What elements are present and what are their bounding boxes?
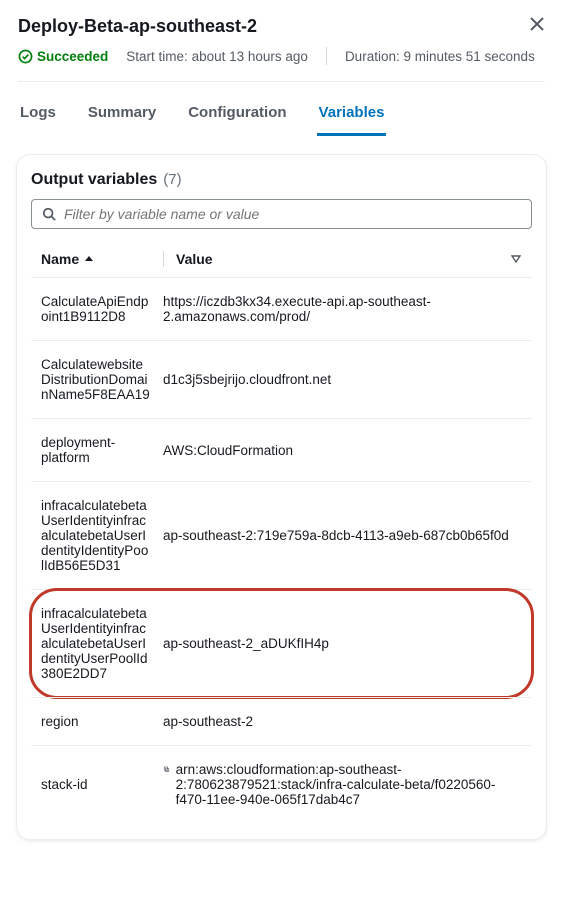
variable-value: ap-southeast-2 xyxy=(163,714,522,729)
table-row: CalculatewebsiteDistributionDomainName5F… xyxy=(31,340,532,418)
output-variables-card: Output variables (7) Name Value Calculat… xyxy=(16,154,547,840)
variable-value: AWS:CloudFormation xyxy=(163,443,522,458)
table-row: regionap-southeast-2 xyxy=(31,697,532,745)
variable-value-text: arn:aws:cloudformation:ap-southeast-2:78… xyxy=(176,762,522,807)
column-value-label: Value xyxy=(176,251,213,267)
table-body: CalculateApiEndpoint1B9112D8https://iczd… xyxy=(31,277,532,823)
table-row: deployment-platformAWS:CloudFormation xyxy=(31,418,532,481)
variable-name: CalculateApiEndpoint1B9112D8 xyxy=(41,294,163,324)
close-icon[interactable] xyxy=(529,16,545,32)
variable-value: https://iczdb3kx34.execute-api.ap-southe… xyxy=(163,294,522,324)
status-badge: Succeeded xyxy=(18,49,108,64)
variable-name: region xyxy=(41,714,163,729)
tab-logs[interactable]: Logs xyxy=(18,96,58,136)
variable-name: deployment-platform xyxy=(41,435,163,465)
tabs: Logs Summary Configuration Variables xyxy=(0,96,563,136)
duration-value: 9 minutes 51 seconds xyxy=(403,49,534,64)
status-label: Succeeded xyxy=(37,49,108,64)
start-time: Start time: about 13 hours ago xyxy=(126,49,308,64)
success-icon xyxy=(18,49,33,64)
divider xyxy=(326,47,327,65)
table-row: infracalculatebetaUserIdentityinfracalcu… xyxy=(31,589,532,697)
column-name-label: Name xyxy=(41,251,79,267)
tab-variables[interactable]: Variables xyxy=(317,96,387,136)
duration-label: Duration: xyxy=(345,49,400,64)
table-row: stack-id arn:aws:cloudformation:ap-southe… xyxy=(31,745,532,823)
copy-icon[interactable] xyxy=(163,762,170,776)
tab-configuration[interactable]: Configuration xyxy=(186,96,288,136)
column-header-value[interactable]: Value xyxy=(176,251,522,267)
filter-input[interactable] xyxy=(64,206,521,222)
filter-icon xyxy=(510,253,522,265)
table-row: CalculateApiEndpoint1B9112D8https://iczd… xyxy=(31,277,532,340)
variable-value: ap-southeast-2_aDUKfIH4p xyxy=(163,636,522,651)
column-header-name[interactable]: Name xyxy=(41,251,163,267)
page-title: Deploy-Beta-ap-southeast-2 xyxy=(18,16,257,37)
variable-name: infracalculatebetaUserIdentityinfracalcu… xyxy=(41,606,163,681)
card-title: Output variables xyxy=(31,171,157,189)
variable-name: infracalculatebetaUserIdentityinfracalcu… xyxy=(41,498,163,573)
table-row: infracalculatebetaUserIdentityinfracalcu… xyxy=(31,481,532,589)
sort-asc-icon xyxy=(83,253,95,265)
divider xyxy=(163,251,164,267)
table-header: Name Value xyxy=(31,237,532,277)
start-time-label: Start time: xyxy=(126,49,188,64)
duration: Duration: 9 minutes 51 seconds xyxy=(345,49,535,64)
search-icon xyxy=(42,207,56,221)
variable-value: d1c3j5sbejrijo.cloudfront.net xyxy=(163,372,522,387)
variable-name: CalculatewebsiteDistributionDomainName5F… xyxy=(41,357,163,402)
start-time-value: about 13 hours ago xyxy=(192,49,308,64)
variable-count: (7) xyxy=(163,171,181,188)
filter-box[interactable] xyxy=(31,199,532,229)
variable-name: stack-id xyxy=(41,777,163,792)
variable-value: ap-southeast-2:719e759a-8dcb-4113-a9eb-6… xyxy=(163,528,522,543)
tab-summary[interactable]: Summary xyxy=(86,96,158,136)
variable-value: arn:aws:cloudformation:ap-southeast-2:78… xyxy=(163,762,522,807)
